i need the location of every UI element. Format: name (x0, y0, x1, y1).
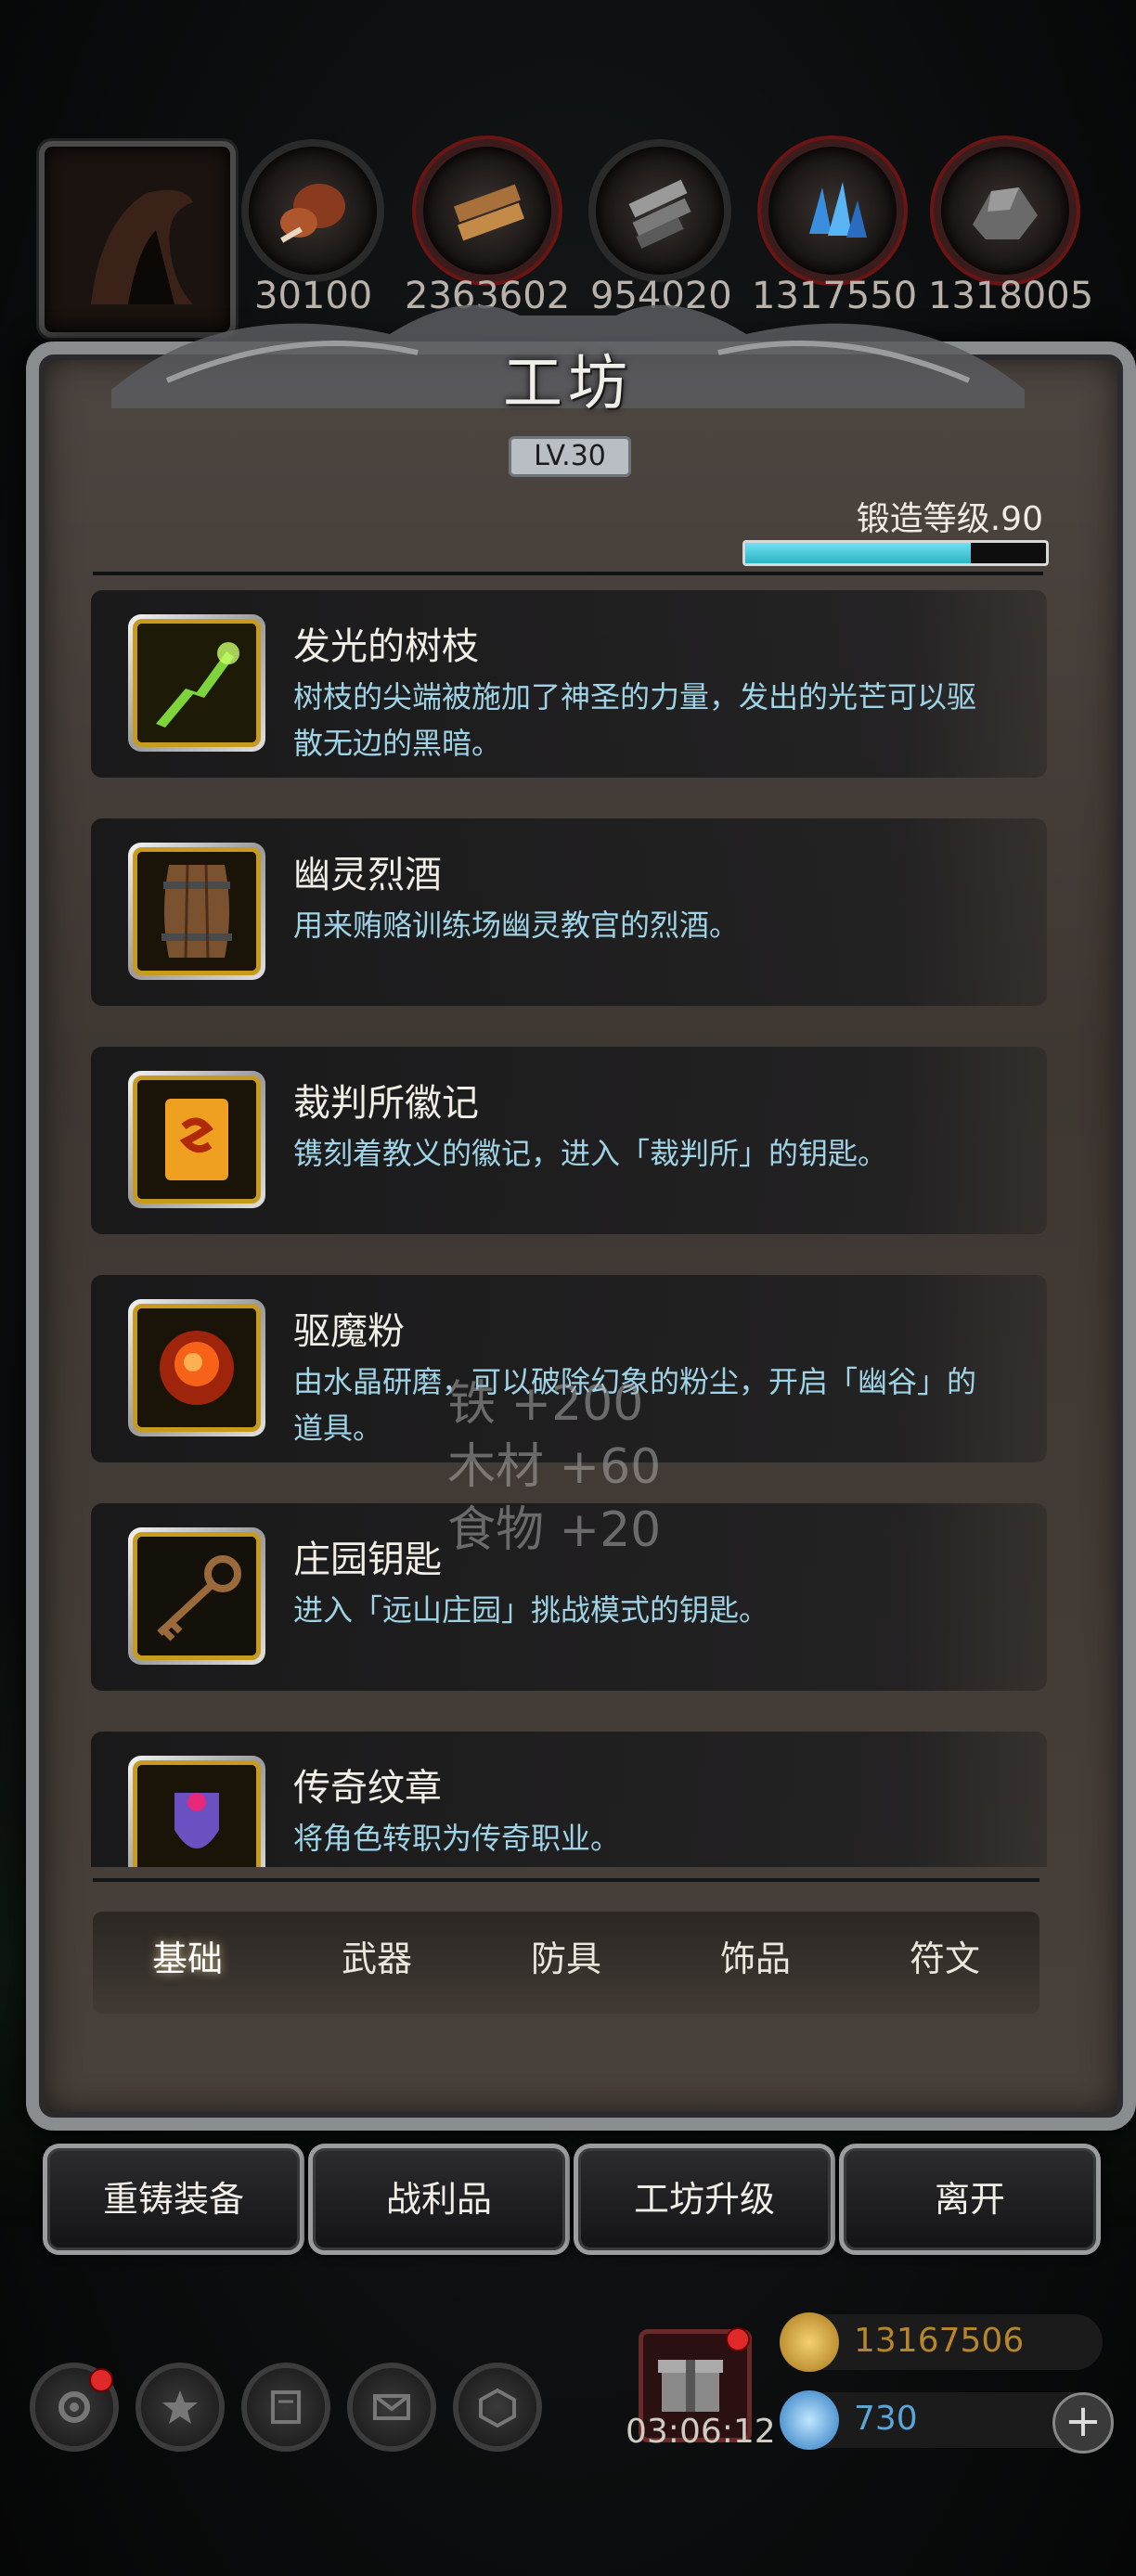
reforge-equipment-button[interactable]: 重铸装备 (43, 2144, 304, 2255)
item-description: 树枝的尖端被施加了神圣的力量，发出的光芒可以驱散无边的黑暗。 (293, 679, 977, 761)
key-icon (137, 1537, 256, 1655)
notification-dot (89, 2368, 113, 2392)
divider (93, 572, 1043, 575)
tab-runes[interactable]: 符文 (850, 1930, 1039, 1981)
gem-value: 730 (854, 2400, 918, 2438)
item-description: 将角色转职为传奇职业。 (293, 1821, 621, 1856)
book-icon (271, 2390, 301, 2424)
forge-level-label: 锻造等级.90 (856, 500, 1043, 538)
gain-wood-text: 木材 +60 (447, 1439, 662, 1495)
crest-icon (137, 1765, 256, 1867)
gold-icon (780, 2312, 839, 2372)
list-item[interactable]: 传奇纹章 将角色转职为传奇职业。 (91, 1732, 1047, 1867)
gain-food-text: 食物 +20 (447, 1502, 662, 1558)
powder-icon (137, 1308, 256, 1427)
item-icon-frame (128, 843, 265, 980)
item-icon-frame (128, 1527, 265, 1665)
item-icon-frame (128, 1299, 265, 1436)
list-item[interactable]: 裁判所徽记 镌刻着教义的徽记，进入「裁判所」的钥匙。 (91, 1047, 1047, 1234)
item-description: 用来贿赂训练场幽灵教官的烈酒。 (293, 908, 740, 943)
gem-icon (780, 2390, 839, 2450)
item-icon-frame (128, 1756, 265, 1867)
workshop-level-badge: LV.30 (509, 436, 631, 477)
tab-accessories[interactable]: 饰品 (661, 1930, 850, 1981)
resource-crystal[interactable] (768, 147, 897, 275)
item-name: 发光的树枝 (293, 625, 479, 668)
gift-timer: 03:06:12 (626, 2413, 776, 2451)
crystal-icon (809, 182, 867, 238)
ore-icon (973, 187, 1038, 239)
upgrade-workshop-button[interactable]: 工坊升级 (574, 2144, 835, 2255)
workshop-title: 工坊 (503, 350, 633, 419)
inventory-button[interactable] (458, 2368, 536, 2446)
resource-wood[interactable] (423, 147, 551, 275)
item-name: 庄园钥匙 (293, 1539, 442, 1581)
resource-ore[interactable] (941, 147, 1069, 275)
forge-progress-bar (742, 540, 1049, 566)
gift-icon (658, 2360, 723, 2412)
item-name: 驱魔粉 (293, 1310, 405, 1353)
emblem-icon (137, 1080, 256, 1199)
gold-counter: 13167506 (780, 2312, 1103, 2372)
item-name: 裁判所徽记 (293, 1082, 479, 1125)
barrel-icon (137, 852, 256, 971)
notification-dot (726, 2327, 750, 2351)
divider (93, 1878, 1039, 1882)
item-list[interactable]: 发光的树枝 树枝的尖端被施加了神圣的力量，发出的光芒可以驱散无边的黑暗。 幽灵烈… (91, 590, 1047, 1867)
mail-icon (373, 2394, 410, 2420)
item-icon-frame (128, 1071, 265, 1208)
category-tabs: 基础 武器 防具 饰品 符文 (93, 1912, 1039, 2014)
item-description: 镌刻着教义的徽记，进入「裁判所」的钥匙。 (293, 1136, 888, 1171)
mail-button[interactable] (353, 2368, 431, 2446)
wood-icon (454, 184, 524, 241)
glowing-branch-icon (137, 624, 256, 742)
item-description: 进入「远山庄园」挑战模式的钥匙。 (293, 1592, 769, 1628)
list-item[interactable]: 幽灵烈酒 用来贿赂训练场幽灵教官的烈酒。 (91, 818, 1047, 1006)
resource-meat[interactable] (249, 147, 377, 275)
gear-icon (58, 2391, 90, 2423)
tab-basic[interactable]: 基础 (93, 1930, 282, 1981)
resource-iron[interactable] (596, 147, 724, 275)
gain-iron-text: 铁 +200 (447, 1376, 644, 1432)
iron-icon (628, 179, 691, 249)
list-item[interactable]: 发光的树枝 树枝的尖端被施加了神圣的力量，发出的光芒可以驱散无边的黑暗。 (91, 590, 1047, 778)
box-icon (479, 2388, 516, 2428)
star-icon (162, 2390, 198, 2424)
loot-button[interactable]: 战利品 (308, 2144, 570, 2255)
meat-icon (280, 184, 345, 243)
item-icon-frame (128, 614, 265, 752)
item-name: 幽灵烈酒 (293, 854, 442, 896)
tab-weapons[interactable]: 武器 (282, 1930, 471, 1981)
tab-armor[interactable]: 防具 (471, 1930, 661, 1981)
add-gems-button[interactable]: + (1052, 2392, 1114, 2454)
codex-button[interactable] (247, 2368, 325, 2446)
item-name: 传奇纹章 (293, 1767, 442, 1810)
forge-progress-fill (745, 543, 971, 563)
gold-value: 13167506 (854, 2322, 1025, 2360)
achievements-button[interactable] (141, 2368, 219, 2446)
leave-button[interactable]: 离开 (839, 2144, 1101, 2255)
